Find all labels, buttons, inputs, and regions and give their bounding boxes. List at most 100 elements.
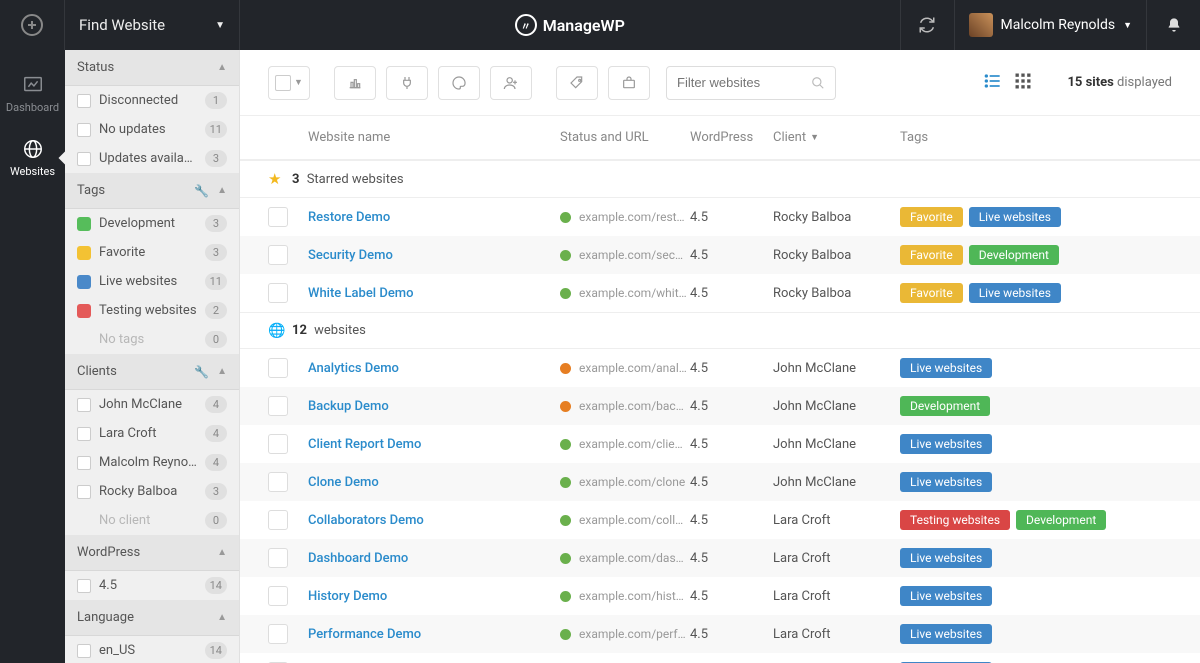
tag-pill[interactable]: Live websites	[900, 548, 992, 568]
nav-websites[interactable]: Websites	[0, 126, 65, 190]
filter-item[interactable]: Development3	[65, 209, 239, 238]
row-checkbox[interactable]	[268, 396, 288, 416]
website-name-link[interactable]: Performance Demo	[308, 627, 421, 642]
filter-item[interactable]: Lara Croft4	[65, 419, 239, 448]
checkbox[interactable]	[77, 579, 91, 593]
tool-plugin-button[interactable]	[386, 66, 428, 100]
row-checkbox[interactable]	[268, 548, 288, 568]
filter-item[interactable]: en_US14	[65, 636, 239, 663]
column-name[interactable]: Website name	[308, 130, 560, 145]
website-name-link[interactable]: Analytics Demo	[308, 361, 399, 376]
website-name-link[interactable]: Collaborators Demo	[308, 513, 424, 528]
tool-stats-button[interactable]	[334, 66, 376, 100]
filter-item[interactable]: Updates available3	[65, 144, 239, 173]
filter-item[interactable]: Rocky Balboa3	[65, 477, 239, 506]
filter-item[interactable]: Malcolm Reynol...4	[65, 448, 239, 477]
website-name-link[interactable]: Security Demo	[308, 248, 393, 263]
column-client[interactable]: Client▼	[773, 130, 900, 145]
filter-item[interactable]: Favorite3	[65, 238, 239, 267]
website-name-link[interactable]: Restore Demo	[308, 210, 390, 225]
row-checkbox[interactable]	[268, 283, 288, 303]
notifications-button[interactable]	[1146, 0, 1200, 50]
row-checkbox[interactable]	[268, 472, 288, 492]
filter-header-wordpress[interactable]: WordPress▲	[65, 535, 239, 571]
filter-header-language[interactable]: Language▲	[65, 600, 239, 636]
view-list-button[interactable]	[983, 71, 1003, 95]
filter-item[interactable]: Live websites11	[65, 267, 239, 296]
column-tags[interactable]: Tags	[900, 130, 1200, 145]
checkbox[interactable]	[77, 456, 91, 470]
tag-pill[interactable]: Development	[969, 245, 1059, 265]
tag-pill[interactable]: Favorite	[900, 207, 963, 227]
website-name-link[interactable]: Client Report Demo	[308, 437, 421, 452]
filter-item[interactable]: Testing websites2	[65, 296, 239, 325]
tag-pill[interactable]: Live websites	[969, 283, 1061, 303]
filter-item[interactable]: No tags0	[65, 325, 239, 354]
add-button[interactable]	[0, 0, 65, 50]
website-url: example.com/white-...	[579, 286, 687, 300]
checkbox[interactable]	[77, 123, 91, 137]
tool-user-button[interactable]	[490, 66, 532, 100]
tag-pill[interactable]: Live websites	[969, 207, 1061, 227]
filter-search[interactable]	[666, 66, 836, 100]
select-all-dropdown[interactable]: ▼	[268, 66, 310, 100]
brand-name: ManageWP	[543, 16, 625, 35]
gear-icon[interactable]: 🔧	[194, 365, 209, 379]
row-checkbox[interactable]	[268, 624, 288, 644]
filter-header-status[interactable]: Status▲	[65, 50, 239, 86]
select-all-checkbox[interactable]	[275, 75, 291, 91]
tool-tag-button[interactable]	[556, 66, 598, 100]
view-grid-button[interactable]	[1013, 71, 1033, 95]
tag-pill[interactable]: Live websites	[900, 434, 992, 454]
filter-group-wordpress: 4.514	[65, 571, 239, 600]
nav-dashboard[interactable]: Dashboard	[0, 62, 65, 126]
find-website-dropdown[interactable]: Find Website▼	[65, 0, 240, 50]
checkbox[interactable]	[77, 644, 91, 658]
row-checkbox[interactable]	[268, 207, 288, 227]
status-dot-icon	[560, 591, 571, 602]
row-checkbox[interactable]	[268, 434, 288, 454]
filter-item[interactable]: No client0	[65, 506, 239, 535]
filter-item[interactable]: Disconnected1	[65, 86, 239, 115]
website-name-link[interactable]: Dashboard Demo	[308, 551, 408, 566]
wordpress-version: 4.5	[690, 475, 708, 490]
filter-item[interactable]: 4.514	[65, 571, 239, 600]
refresh-button[interactable]	[900, 0, 954, 50]
tag-pill[interactable]: Development	[900, 396, 990, 416]
row-checkbox[interactable]	[268, 510, 288, 530]
row-checkbox[interactable]	[268, 358, 288, 378]
website-name-link[interactable]: Clone Demo	[308, 475, 379, 490]
checkbox[interactable]	[77, 94, 91, 108]
tool-theme-button[interactable]	[438, 66, 480, 100]
tag-pill[interactable]: Live websites	[900, 358, 992, 378]
filter-item[interactable]: No updates11	[65, 115, 239, 144]
row-checkbox[interactable]	[268, 586, 288, 606]
user-menu[interactable]: Malcolm Reynolds▼	[954, 0, 1146, 50]
group-row-rest[interactable]: 🌐12 websites	[240, 312, 1200, 349]
tag-pill[interactable]: Testing websites	[900, 510, 1010, 530]
filter-header-tags[interactable]: Tags🔧▲	[65, 173, 239, 209]
column-wordpress[interactable]: WordPress	[690, 130, 773, 145]
website-name-link[interactable]: Backup Demo	[308, 399, 389, 414]
filter-search-input[interactable]	[677, 75, 797, 90]
checkbox[interactable]	[77, 398, 91, 412]
tag-pill[interactable]: Live websites	[900, 624, 992, 644]
website-name-link[interactable]: White Label Demo	[308, 286, 414, 301]
row-checkbox[interactable]	[268, 245, 288, 265]
gear-icon[interactable]: 🔧	[194, 184, 209, 198]
checkbox[interactable]	[77, 485, 91, 499]
tag-pill[interactable]: Live websites	[900, 586, 992, 606]
column-status[interactable]: Status and URL	[560, 130, 690, 145]
tag-pill[interactable]: Live websites	[900, 472, 992, 492]
filter-item-count: 1	[205, 92, 227, 109]
checkbox[interactable]	[77, 152, 91, 166]
tool-client-button[interactable]	[608, 66, 650, 100]
checkbox[interactable]	[77, 427, 91, 441]
tag-pill[interactable]: Favorite	[900, 283, 963, 303]
filter-header-clients[interactable]: Clients🔧▲	[65, 354, 239, 390]
filter-item[interactable]: John McClane4	[65, 390, 239, 419]
tag-pill[interactable]: Development	[1016, 510, 1106, 530]
website-name-link[interactable]: History Demo	[308, 589, 387, 604]
group-row-starred[interactable]: ★3 Starred websites	[240, 160, 1200, 198]
tag-pill[interactable]: Favorite	[900, 245, 963, 265]
